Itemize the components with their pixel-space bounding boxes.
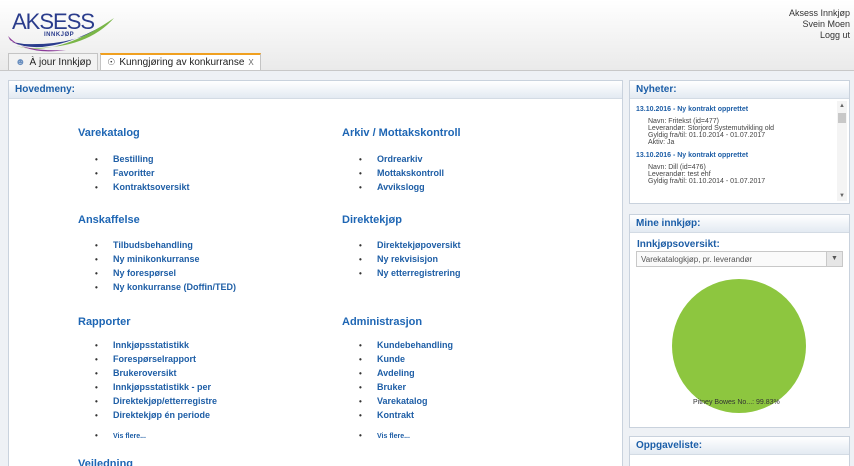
- menu-item[interactable]: • Brukeroversikt: [95, 368, 177, 378]
- pie-slice-label: Pitney Bowes No...: 99.83%: [693, 399, 780, 406]
- tab-label: Kunngjøring av konkurranse: [119, 57, 245, 68]
- menu-item[interactable]: • Avvikslogg: [359, 182, 425, 192]
- news-title: Nyheter:: [630, 81, 849, 99]
- close-icon[interactable]: X: [248, 58, 253, 67]
- scroll-up-icon[interactable]: ▲: [837, 103, 847, 109]
- purchase-pie-chart: [672, 279, 806, 413]
- section-administrasjon: Administrasjon: [342, 316, 423, 328]
- section-rapporter: Rapporter: [78, 316, 131, 328]
- scroll-thumb[interactable]: [838, 113, 846, 123]
- menu-item[interactable]: • Tilbudsbehandling: [95, 240, 193, 250]
- news-line: Navn: Dill (id=476): [648, 164, 706, 171]
- menu-item[interactable]: • Ny minikonkurranse: [95, 254, 200, 264]
- report-select[interactable]: Varekatalogkjøp, pr. leverandør ▼: [636, 251, 843, 267]
- people-icon: ☻: [15, 56, 26, 68]
- show-more-link[interactable]: • Vis flere...: [359, 431, 410, 440]
- section-varekatalog: Varekatalog: [78, 127, 140, 139]
- menu-item[interactable]: • Ordrearkiv: [359, 154, 423, 164]
- menu-item[interactable]: • Direktekjøp én periode: [95, 410, 210, 420]
- news-line: Aktiv: Ja: [648, 139, 675, 146]
- menu-item[interactable]: • Bestilling: [95, 154, 154, 164]
- app-window: AKSESS INNKJØP Aksess Innkjøp Svein Moen…: [0, 0, 854, 466]
- news-line: Navn: Fritekst (id=477): [648, 118, 719, 125]
- section-direktekjop: Direktekjøp: [342, 214, 402, 226]
- menu-item[interactable]: • Kundebehandling: [359, 340, 453, 350]
- report-select-value: Varekatalogkjøp, pr. leverandør: [641, 255, 753, 264]
- menu-item[interactable]: • Direktekjøp/etterregistre: [95, 396, 217, 406]
- menu-item[interactable]: • Varekatalog: [359, 396, 428, 406]
- pie-slice[interactable]: [672, 279, 806, 413]
- section-anskaffelse: Anskaffelse: [78, 214, 140, 226]
- news-details: Navn: Fritekst (id=477) Leverandør: Stor…: [636, 118, 834, 146]
- trophy-icon: ☉: [107, 57, 116, 67]
- menu-item[interactable]: • Avdeling: [359, 368, 415, 378]
- section-arkiv: Arkiv / Mottakskontroll: [342, 127, 461, 139]
- news-details: Navn: Dill (id=476) Leverandør: test ehf…: [636, 164, 834, 185]
- menu-item[interactable]: • Mottakskontroll: [359, 168, 444, 178]
- tab-a-jour[interactable]: ☻ À jour Innkjøp: [8, 53, 99, 70]
- logo-sub: INNKJØP: [44, 32, 75, 38]
- news-line: Leverandør: test ehf: [648, 171, 711, 178]
- menu-item[interactable]: • Innkjøpsstatistikk: [95, 340, 189, 350]
- user-info: Aksess Innkjøp Svein Moen Logg ut: [789, 8, 850, 41]
- menu-item[interactable]: • Ny forespørsel: [95, 268, 176, 278]
- task-list-title: Oppgaveliste:: [630, 437, 849, 455]
- tab-bar: ☻ À jour Innkjøp ☉ Kunngjøring av konkur…: [8, 53, 263, 70]
- purchase-overview-label: Innkjøpsoversikt:: [637, 239, 720, 250]
- menu-item[interactable]: • Favoritter: [95, 168, 155, 178]
- news-panel: Nyheter: 13.10.2016 - Ny kontrakt oppret…: [629, 80, 850, 204]
- section-veiledning: Veiledning: [78, 458, 134, 466]
- news-scrollbar[interactable]: ▲ ▼: [837, 101, 847, 201]
- news-line: Leverandør: Storjord Systemutvikling old: [648, 125, 775, 132]
- menu-item[interactable]: • Direktekjøpoversikt: [359, 240, 461, 250]
- news-line: Gyldig fra/til: 01.10.2014 - 01.07.2017: [648, 178, 766, 185]
- tab-label: À jour Innkjøp: [29, 56, 92, 68]
- scroll-down-icon[interactable]: ▼: [837, 193, 847, 199]
- header: AKSESS INNKJØP Aksess Innkjøp Svein Moen…: [0, 0, 854, 70]
- menu-item[interactable]: • Kunde: [359, 354, 405, 364]
- logout-link[interactable]: Logg ut: [789, 30, 850, 41]
- news-line: Gyldig fra/til: 01.10.2014 - 01.07.2017: [648, 132, 766, 139]
- menu-item[interactable]: • Bruker: [359, 382, 406, 392]
- news-headline: 13.10.2016 - Ny kontrakt opprettet: [636, 106, 749, 113]
- tab-kunngjoring[interactable]: ☉ Kunngjøring av konkurranse X: [100, 53, 261, 70]
- app-name: Aksess Innkjøp: [788, 8, 850, 18]
- user-name: Svein Moen: [802, 19, 850, 29]
- news-headline: 13.10.2016 - Ny kontrakt opprettet: [636, 152, 749, 159]
- my-purchases-panel: Mine innkjøp: Innkjøpsoversikt: Varekata…: [629, 214, 850, 428]
- tab-divider: [0, 70, 854, 71]
- menu-item[interactable]: • Kontrakt: [359, 410, 414, 420]
- menu-item[interactable]: • Ny etterregistrering: [359, 268, 461, 278]
- my-purchases-title: Mine innkjøp:: [630, 215, 849, 233]
- menu-item[interactable]: • Innkjøpsstatistikk - per: [95, 382, 211, 392]
- chevron-down-icon[interactable]: ▼: [826, 252, 842, 266]
- main-menu-title: Hovedmeny:: [9, 81, 622, 99]
- menu-item[interactable]: • Ny konkurranse (Doffin/TED): [95, 282, 236, 292]
- task-list-panel: Oppgaveliste:: [629, 436, 850, 466]
- show-more-link[interactable]: • Vis flere...: [95, 431, 146, 440]
- menu-item[interactable]: • Forespørselrapport: [95, 354, 196, 364]
- menu-item[interactable]: • Ny rekvisisjon: [359, 254, 438, 264]
- main-menu-panel: Hovedmeny: Varekatalog • Bestilling • Favo…: [8, 80, 623, 466]
- menu-item[interactable]: • Kontraktsoversikt: [95, 182, 190, 192]
- aksess-logo[interactable]: AKSESS INNKJØP: [6, 6, 118, 54]
- news-list[interactable]: 13.10.2016 - Ny kontrakt opprettet Navn:…: [633, 101, 837, 201]
